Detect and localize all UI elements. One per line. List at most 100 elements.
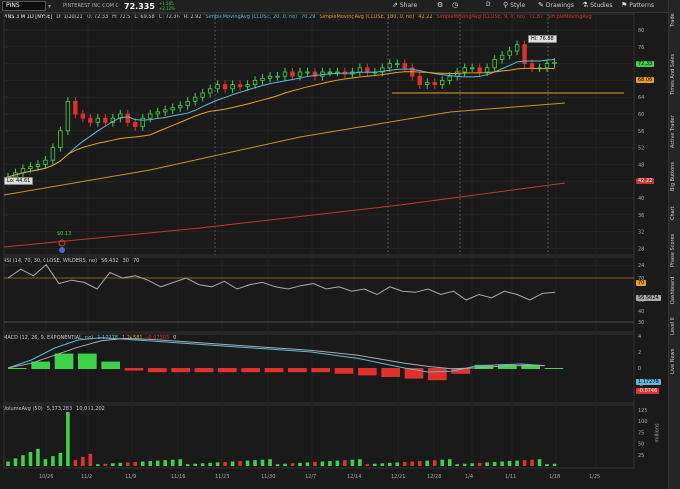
low-marker: Lo: 44.61 [4,177,34,185]
candle-body [552,61,557,65]
rsi-tick-label: 30 [638,320,644,326]
macd-histogram-bar [101,361,120,369]
x-tick-label: 1/11 [505,474,516,480]
volume-bar [425,460,430,466]
volume-bar [268,459,272,466]
macd-histogram-bar [428,368,447,381]
candle-body [275,75,280,78]
volume-bar [13,458,18,466]
y-tick-label: 24 [638,263,644,269]
right-tab-dashboard[interactable]: Dashboard [670,272,680,308]
volume-bar [320,461,325,466]
volume-bar [200,463,205,466]
macd-histogram-bar [311,368,330,373]
candle-body [28,166,33,169]
y-tick-label: 64 [638,95,644,101]
volume-bar [373,463,377,466]
candle-body [290,71,295,77]
candle-body [73,101,78,115]
right-tab-chart[interactable]: Chart [670,200,680,226]
macd-histogram-bar [194,368,214,373]
candle-body [492,59,497,69]
volume-bar [275,464,280,466]
candle-body [230,84,235,90]
candle-body [469,67,475,70]
volume-bar [28,452,33,466]
y-tick-label: 36 [638,213,644,219]
volume-bar [328,461,332,466]
volume-bar [515,460,519,466]
volume-bar [290,463,295,466]
volume-bar [223,461,227,466]
candle-body [177,105,183,109]
candle-body [484,67,490,73]
macd-histogram-bar [381,368,400,377]
volume-bar [21,455,25,466]
right-tab-active-trader[interactable]: Active Trader [670,110,680,154]
candle-body [192,96,198,102]
candle-body [140,117,145,127]
candle-body [507,50,512,56]
macd-histogram-bar [334,368,354,374]
x-tick-label: 1/18 [549,474,560,480]
candle-body [462,67,467,73]
right-tab-big-buttons[interactable]: Big Buttons [670,157,680,197]
dividend-label: $0.13 [57,231,72,237]
volume-bar [365,464,370,466]
volume-tick-label: 75 [638,430,644,436]
sma20-tag: 68.06 [636,77,655,83]
macd-tick-label: 4 [638,334,641,340]
candle-body [514,44,520,52]
macd-histogram-bar [124,368,144,371]
x-tick-label: 11/9 [125,474,136,480]
candle-body [207,88,213,94]
volume-bar [155,460,160,466]
x-tick-label: 12/7 [305,474,316,480]
right-tab-times-and-sales[interactable]: Times And Sales [670,42,680,106]
volume-bar [358,459,362,466]
candle-body [155,111,160,115]
volume-tick-label: 50 [638,442,644,448]
candle-body [454,71,460,77]
candle-body [43,159,48,165]
volume-bar [6,461,10,466]
candle-body [357,67,363,73]
candle-body [95,117,101,123]
volume-bar [477,462,482,466]
pane-border [3,404,635,469]
candle-body [529,63,535,69]
volume-bar [388,462,392,466]
right-tab-trade[interactable]: Trade [670,2,680,38]
volume-bar [470,463,474,466]
volume-bar [522,460,527,466]
volume-bar [178,459,182,466]
candle-body [222,84,228,90]
macd-tick-label: 2 [638,350,641,356]
right-tab-phase-scores[interactable]: Phase Scores [670,230,680,270]
candle-body [125,113,130,123]
volume-bar [133,461,138,466]
right-tab-level-ii[interactable]: Level II [670,312,680,340]
candle-body [65,101,71,132]
volume-bar [492,461,497,466]
chart-canvas[interactable]: 80767268646056524844403632282410/2611/21… [0,0,668,489]
y-tick-label: 32 [638,230,644,236]
candle-body [440,80,445,86]
y-tick-label: 52 [638,146,644,152]
x-tick-label: 12/14 [347,474,361,480]
y-tick-label: 56 [638,129,644,135]
volume-bar [500,461,504,466]
volume-tick-label: 25 [638,453,644,459]
candle-body [215,84,220,90]
y-tick-label: 48 [638,162,644,168]
right-tab-live-news[interactable]: Live News [670,343,680,379]
right-tab-bar: Trade Times And Sales Active Trader Big But… [668,0,680,489]
candle-body [544,63,550,69]
volume-bar [58,452,63,466]
volume-bar [193,463,197,466]
candle-body [395,63,400,65]
volume-tick-label: 125 [638,408,648,414]
volume-bar [440,459,445,466]
y-tick-label: 80 [638,28,644,34]
candle-body [267,75,273,79]
